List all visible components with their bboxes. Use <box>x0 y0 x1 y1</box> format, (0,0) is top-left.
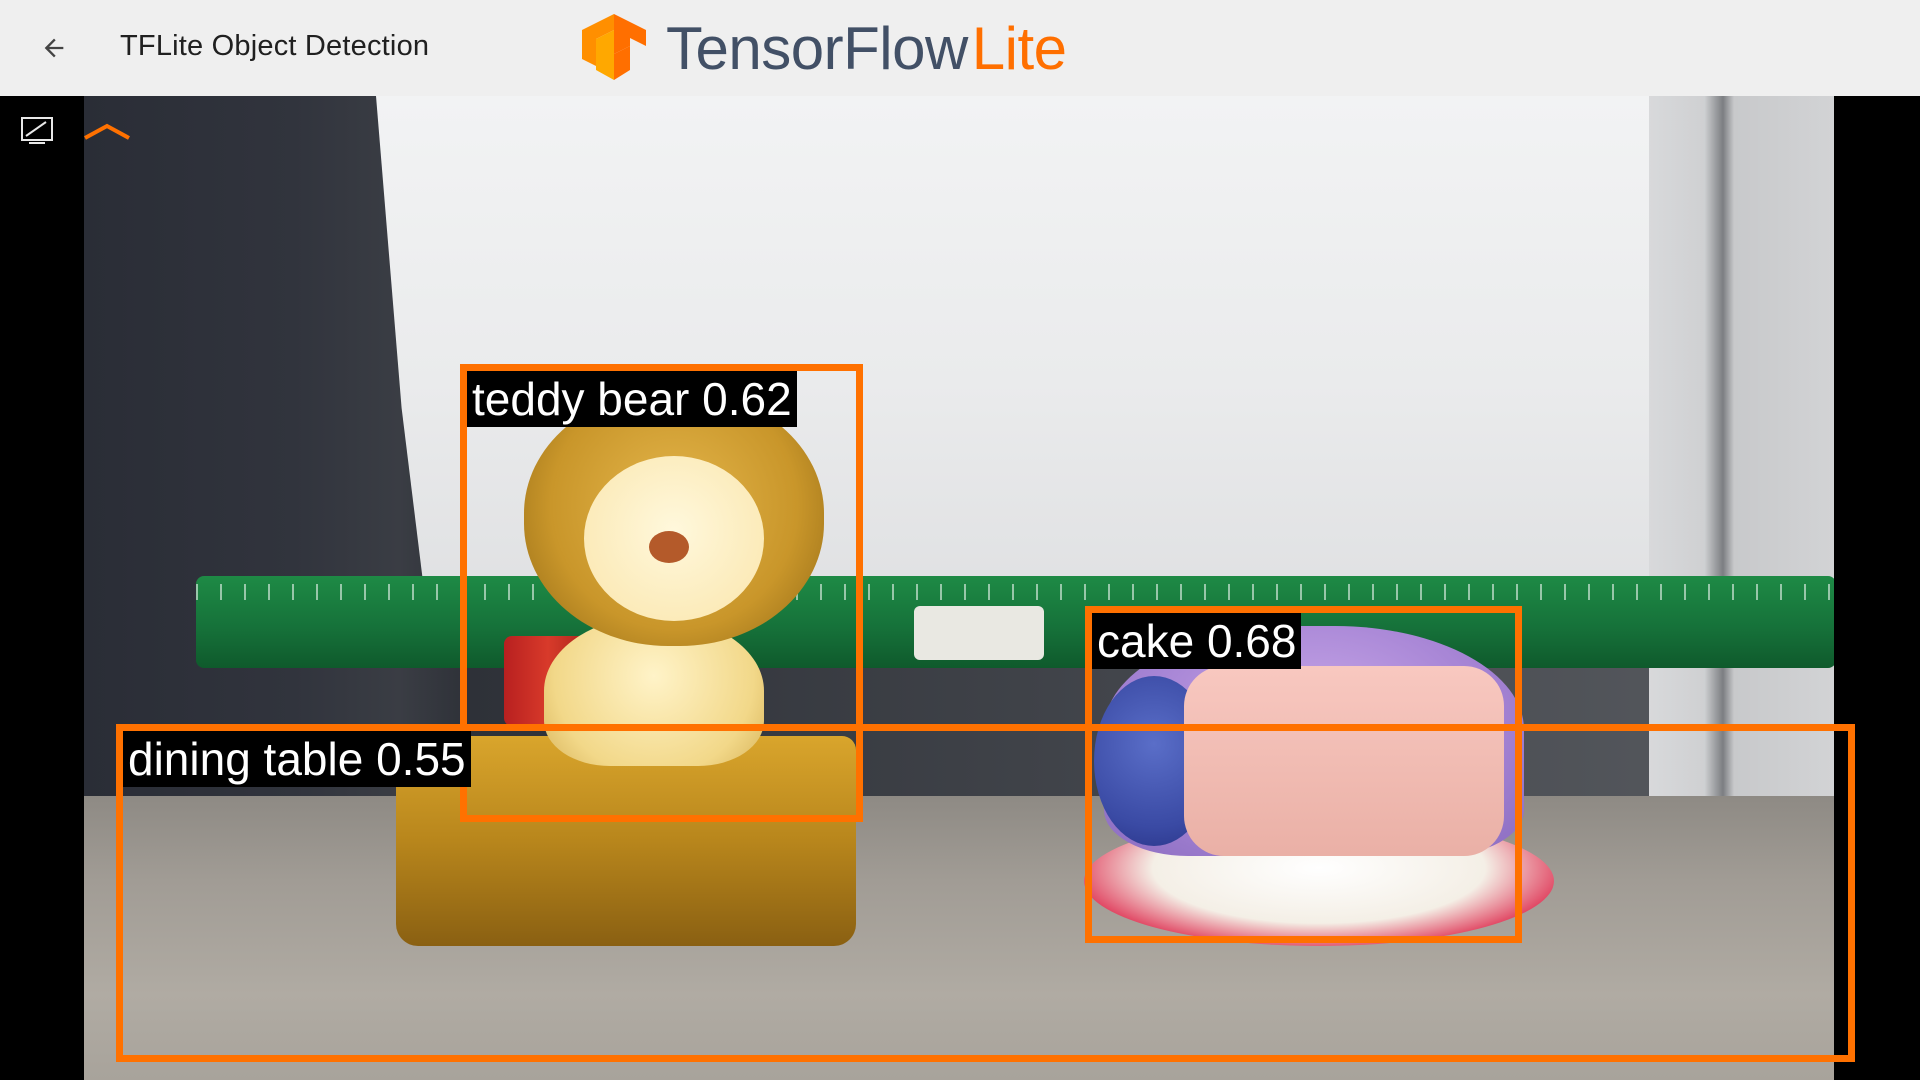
detection-box-dining-table: dining table 0.55 <box>116 724 1855 1062</box>
logo-word-tensorflow: TensorFlow <box>666 15 968 82</box>
camera-view: teddy bear 0.62 cake 0.68 dining table 0… <box>0 96 1920 1080</box>
expand-button[interactable] <box>82 120 132 144</box>
tensorflow-lite-logo: TensorFlow Lite <box>580 12 1067 86</box>
background-post <box>1649 96 1834 816</box>
logo-word-lite: Lite <box>971 15 1067 82</box>
app-bar: TFLite Object Detection TensorFlow Lite <box>0 0 1920 96</box>
detection-label: dining table 0.55 <box>123 731 471 787</box>
detection-label: cake 0.68 <box>1092 613 1302 669</box>
arrow-back-icon <box>44 38 64 58</box>
tensorflow-icon <box>582 14 646 80</box>
chevron-up-icon <box>84 123 130 140</box>
app-title: TFLite Object Detection <box>120 30 430 62</box>
cast-button[interactable] <box>20 116 54 146</box>
back-button[interactable] <box>34 28 74 68</box>
cast-icon <box>21 117 53 144</box>
detection-label: teddy bear 0.62 <box>467 371 797 427</box>
name-tag <box>914 606 1044 660</box>
